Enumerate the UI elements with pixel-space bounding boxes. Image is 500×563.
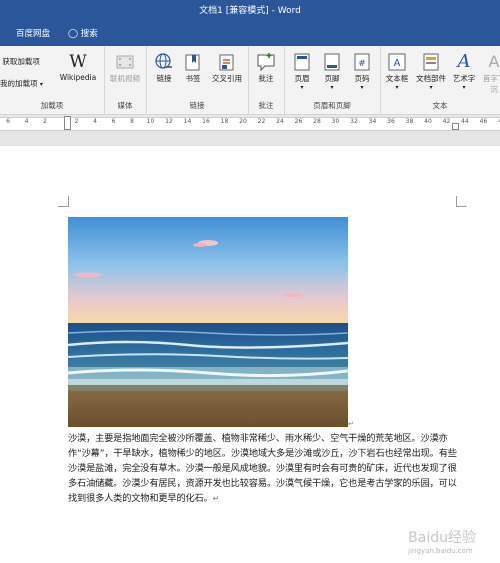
chevron-down-icon: ▾ [300,84,304,91]
comment-icon [257,53,275,72]
paragraph-text: 沙漠，主要是指地面完全被沙所覆盖、植物非常稀少、雨水稀少、空气干燥的荒芜地区。沙… [68,433,457,504]
chevron-down-icon: ▾ [462,84,466,91]
beach-photo [68,217,348,427]
ruler-tick-label: 26 [294,118,303,125]
globe-link-icon [155,53,172,69]
group-header-footer: 页眉 ▾ 页脚 ▾ # 页码 ▾ 页眉和页脚 [284,46,381,114]
baidu-watermark: Baidu经验 jingyan.baidu.com [408,527,476,555]
watermark-url: jingyan.baidu.com [408,547,473,555]
crop-mark-top-left [58,196,69,207]
inline-picture[interactable] [68,217,348,427]
ruler-tick-label: 22 [257,118,266,125]
svg-text:#: # [358,59,366,69]
film-icon [116,55,134,69]
cross-reference-button[interactable]: 交叉引用 [208,52,246,84]
footer-icon [324,53,340,71]
svg-text:A: A [394,58,401,69]
baidu-jingyan-logo: Baidu经验 [408,530,476,546]
page-number-icon: # [354,53,370,71]
ruler-tick-label: 34 [368,118,377,125]
tab-baidu-netdisk[interactable]: 百度网盘 [16,22,50,46]
textbox-icon: A [388,53,406,71]
window-title: 文档1 [兼容模式] - Word [199,6,301,16]
ruler-tick-label: 2 [43,118,47,125]
ruler-tick-label: 16 [202,118,210,125]
title-bar: 文档1 [兼容模式] - Word [0,0,500,22]
group-text: A 文本框 ▾ 文档部件 ▾ A 艺术字 ▾ A 首字下沉 文本 [380,46,500,114]
get-addins-button[interactable]: 获取加载项 [0,56,40,67]
wordart-button[interactable]: A 艺术字 ▾ [450,51,478,92]
ruler-tick-label: 30 [331,118,340,125]
group-media: 联机视频 媒体 [104,46,147,114]
ruler-tick-label: 28 [313,118,321,125]
group-label-text: 文本 [432,101,448,110]
group-label-header-footer: 页眉和页脚 [313,101,351,110]
ruler-tick-label: 36 [387,118,395,125]
ruler-tick-label: 4 [93,118,97,125]
tab-search[interactable]: ◯ 搜索 [68,22,98,46]
wikipedia-icon: W [69,52,87,72]
chevron-down-icon: ▾ [429,84,433,91]
dropcap-button[interactable]: A 首字下沉 [480,52,500,95]
ruler-tick-label: 8 [130,118,134,125]
lightbulb-icon: ◯ [68,29,79,39]
ribbon: 获取加载项 我的加载项 ▾ W Wikipedia 加载项 联机视频 媒体 链接… [0,46,500,115]
paragraph-mark: ↵ [212,494,220,503]
ruler-tick-label: 18 [220,118,229,125]
bookmark-button[interactable]: 书签 [180,52,206,84]
tab-search-label: 搜索 [80,29,98,39]
quick-parts-icon [423,53,439,71]
ruler-tick-label: 24 [276,118,284,125]
chevron-down-icon: ▾ [39,81,43,88]
group-links: 链接 书签 交叉引用 链接 [146,46,249,114]
ruler-tick-label: 2 [74,118,79,125]
chevron-down-icon: ▾ [395,84,399,91]
group-label-comments: 批注 [258,101,274,110]
link-button[interactable]: 链接 [150,52,178,84]
chevron-down-icon: ▾ [360,84,364,91]
group-addins: 获取加载项 我的加载项 ▾ W Wikipedia 加载项 [0,46,105,114]
group-label-media: 媒体 [117,101,133,110]
wordart-icon: A [457,51,471,72]
right-indent-marker[interactable] [452,123,459,130]
ruler-tick-label: 4 [24,118,29,125]
footer-button[interactable]: 页脚 ▾ [318,52,346,91]
ribbon-tabs: 百度网盘 ◯ 搜索 [0,22,500,46]
ruler-tick-label: 32 [350,118,358,125]
wikipedia-button[interactable]: W Wikipedia [58,52,98,82]
my-addins-button[interactable]: 我的加载项 ▾ [0,78,43,89]
cross-reference-icon [219,54,234,71]
document-paragraph[interactable]: 沙漠，主要是指地面完全被沙所覆盖、植物非常稀少、雨水稀少、空气干燥的荒芜地区。沙… [68,431,461,506]
ruler-tick-label: 10 [146,118,155,125]
group-label-links: 链接 [189,101,205,110]
ruler-tick-label: 6 [111,118,116,125]
textbox-button[interactable]: A 文本框 ▾ [382,52,412,91]
header-button[interactable]: 页眉 ▾ [288,52,316,91]
ruler-tick-label: 12 [165,118,173,125]
image-paragraph-mark: ↵ [348,420,354,428]
bookmark-icon [185,54,200,71]
group-label-addins: 加载项 [40,101,64,110]
crop-mark-top-right [456,196,467,207]
horizontal-ruler[interactable]: 6 4 2 2 4 6 8 10 12 14 16 18 20 22 24 26 28 30 32 34 36 38 40 4… [0,115,500,131]
ruler-tick-label: 40 [424,118,432,125]
indent-marker[interactable] [64,116,71,130]
quick-parts-button[interactable]: 文档部件 ▾ [414,52,448,91]
header-icon [294,53,310,71]
ruler-tick-label: 6 [6,118,10,125]
new-comment-button[interactable]: 批注 [251,52,281,84]
page-number-button[interactable]: # 页码 ▾ [348,52,376,91]
dropcap-icon: A [488,52,500,71]
ruler-tick-label: 42 [442,118,451,125]
ruler-tick-label: 14 [183,118,192,125]
ruler-tick-label: 38 [405,118,414,125]
group-comments: 批注 批注 [248,46,285,114]
ruler-tick-label: 46 [479,118,488,125]
online-video-button[interactable]: 联机视频 [106,52,144,84]
ruler-tick-label: 20 [239,118,247,125]
ruler-tick-label: 44 [461,118,469,125]
chevron-down-icon: ▾ [330,84,334,91]
